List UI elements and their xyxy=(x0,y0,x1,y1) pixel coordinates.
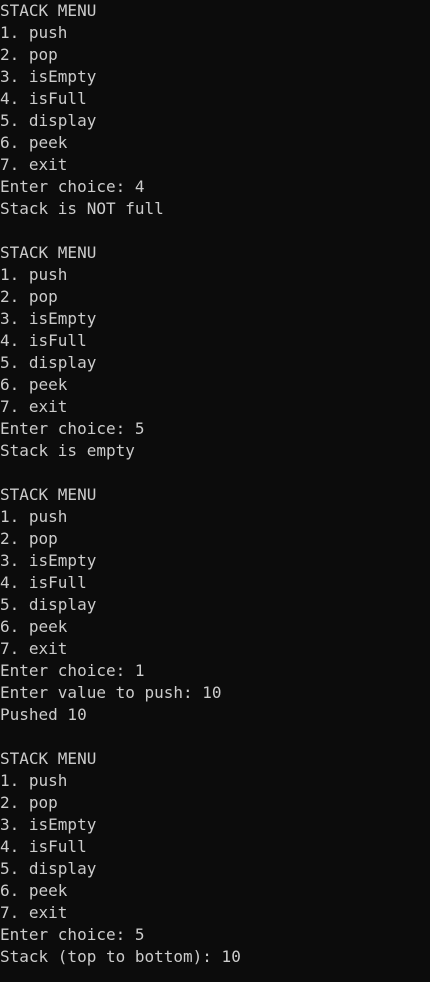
console-line: 3. isEmpty xyxy=(0,551,97,570)
console-line: 3. isEmpty xyxy=(0,67,97,86)
console-line: 7. exit xyxy=(0,639,68,658)
console-line: STACK MENU xyxy=(0,485,97,504)
console-line: 4. isFull xyxy=(0,89,87,108)
console-line: 2. pop xyxy=(0,45,58,64)
console-line: 6. peek xyxy=(0,133,68,152)
console-line: STACK MENU xyxy=(0,243,97,262)
console-line: 6. peek xyxy=(0,375,68,394)
console-line: 5. display xyxy=(0,111,97,130)
console-line: 7. exit xyxy=(0,155,68,174)
console-line: 2. pop xyxy=(0,793,58,812)
console-line: 4. isFull xyxy=(0,331,87,350)
console-line: Enter choice: 5 xyxy=(0,419,145,438)
console-line: 1. push xyxy=(0,265,68,284)
console-line: 1. push xyxy=(0,23,68,42)
console-line: 2. pop xyxy=(0,529,58,548)
console-line: STACK MENU xyxy=(0,1,97,20)
console-output[interactable]: STACK MENU 1. push 2. pop 3. isEmpty 4. … xyxy=(0,0,430,982)
console-line: 7. exit xyxy=(0,397,68,416)
console-line: 5. display xyxy=(0,859,97,878)
console-line: 3. isEmpty xyxy=(0,815,97,834)
console-line: 1. push xyxy=(0,507,68,526)
console-line: 7. exit xyxy=(0,903,68,922)
console-line: 1. push xyxy=(0,771,68,790)
console-line: 5. display xyxy=(0,353,97,372)
console-line: 4. isFull xyxy=(0,837,87,856)
console-line: 5. display xyxy=(0,595,97,614)
console-line: Enter choice: 5 xyxy=(0,925,145,944)
console-line: 2. pop xyxy=(0,287,58,306)
console-line: 3. isEmpty xyxy=(0,309,97,328)
console-line: Stack (top to bottom): 10 xyxy=(0,947,241,966)
console-line: Stack is NOT full xyxy=(0,199,164,218)
console-line: Enter value to push: 10 xyxy=(0,683,222,702)
console-line: STACK MENU xyxy=(0,749,97,768)
console-line: Enter choice: 1 xyxy=(0,661,145,680)
console-line: 4. isFull xyxy=(0,573,87,592)
console-line: 6. peek xyxy=(0,617,68,636)
console-line: Pushed 10 xyxy=(0,705,87,724)
console-line: 6. peek xyxy=(0,881,68,900)
console-line: Enter choice: 4 xyxy=(0,177,145,196)
console-line: Stack is empty xyxy=(0,441,135,460)
